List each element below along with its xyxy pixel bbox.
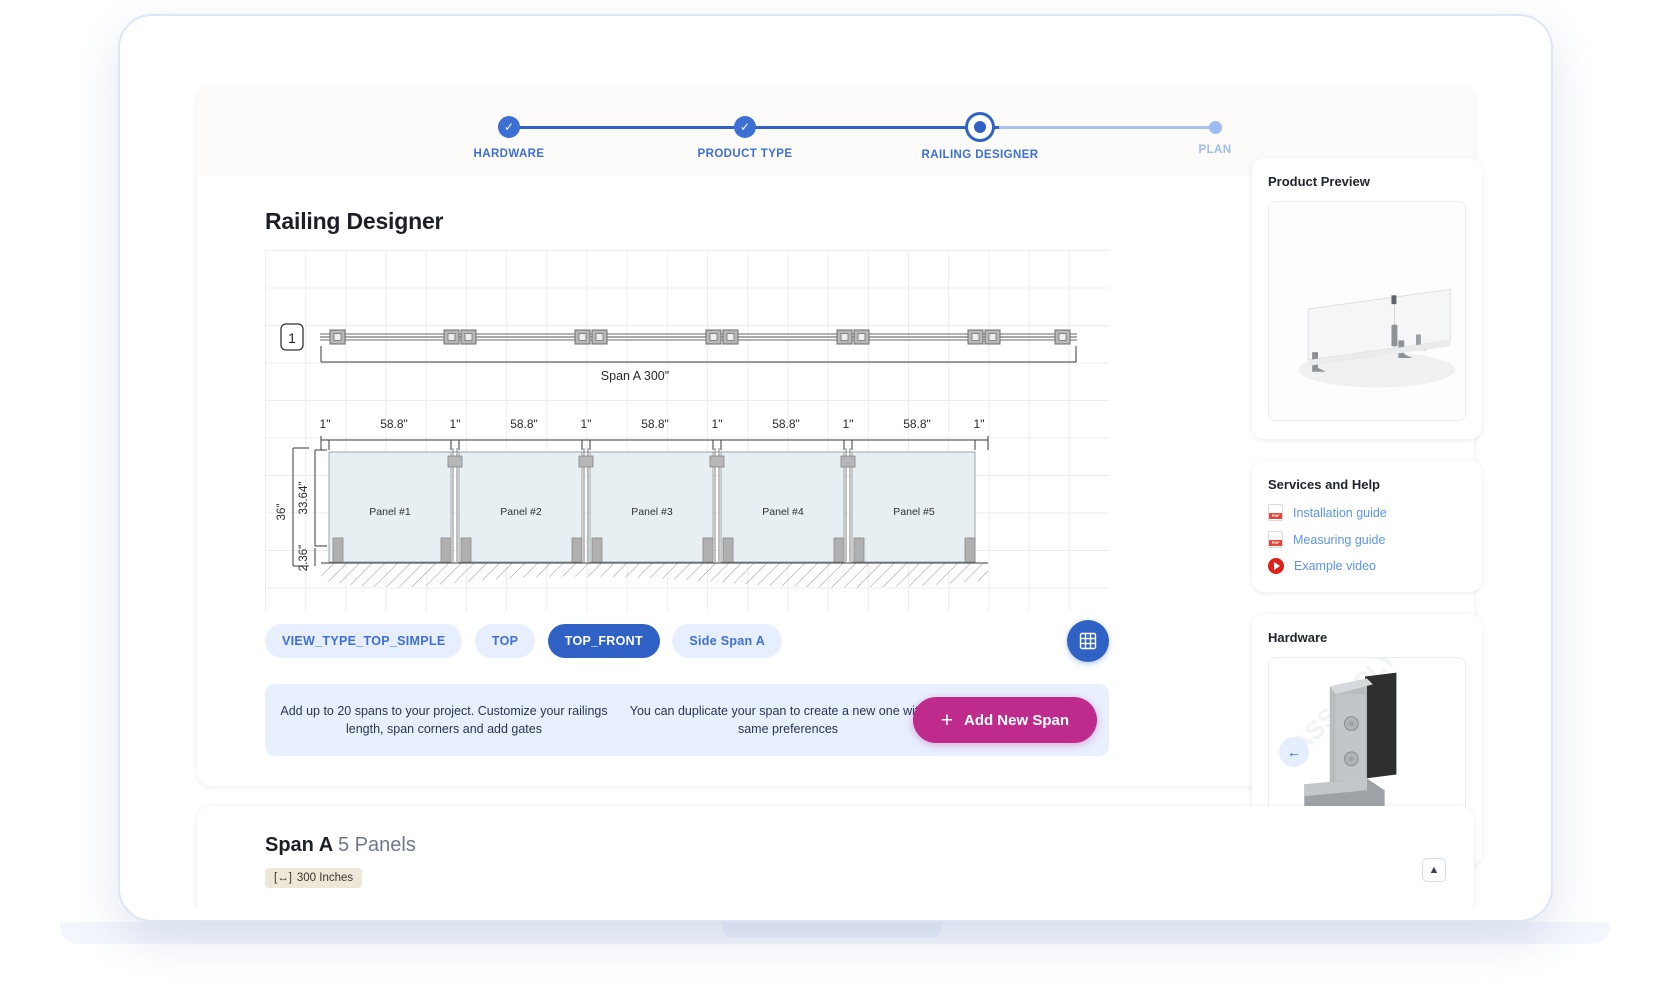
add-new-span-label: Add New Span <box>964 712 1069 729</box>
youtube-icon <box>1268 558 1284 574</box>
svg-text:58.8": 58.8" <box>772 417 800 431</box>
svg-text:Panel #3: Panel #3 <box>631 506 673 518</box>
view-chip-top[interactable]: TOP <box>475 624 535 658</box>
svg-text:1": 1" <box>712 417 723 431</box>
plus-icon: + <box>941 710 953 731</box>
screenshot-stage: ✓ HARDWARE ✓ PRODUCT TYPE RAILING DESIGN… <box>0 0 1669 1001</box>
app-window: ✓ HARDWARE ✓ PRODUCT TYPE RAILING DESIGN… <box>132 28 1539 908</box>
step-hardware-dot: ✓ <box>498 116 520 138</box>
page-title: Railing Designer <box>265 208 443 235</box>
product-preview-title: Product Preview <box>1268 174 1466 189</box>
step-railing-designer-dot <box>968 115 992 139</box>
railing-drawing-canvas[interactable]: 1 <box>265 250 1109 612</box>
view-type-toolbar: VIEW_TYPE_TOP_SIMPLE TOP TOP_FRONT Side … <box>265 624 1109 672</box>
product-preview-image[interactable] <box>1268 201 1466 421</box>
laptop-screen: ✓ HARDWARE ✓ PRODUCT TYPE RAILING DESIGN… <box>132 28 1539 908</box>
step-product-type[interactable]: ✓ PRODUCT TYPE <box>665 108 825 160</box>
svg-text:58.8": 58.8" <box>641 417 669 431</box>
banner-text-left: Add up to 20 spans to your project. Cust… <box>279 702 609 738</box>
step-railing-designer[interactable]: RAILING DESIGNER <box>900 108 1060 161</box>
laptop-notch <box>722 922 942 938</box>
example-video-label: Example video <box>1294 559 1376 573</box>
height-dimension-glass <box>315 450 327 566</box>
help-link-measuring-guide[interactable]: Measuring guide <box>1268 531 1466 548</box>
svg-text:1": 1" <box>320 417 331 431</box>
dimension-labels: 1" 58.8" 1" 58.8" 1" 58.8" 1" 58.8" 1" 5… <box>320 417 985 431</box>
help-link-installation-guide[interactable]: Installation guide <box>1268 504 1466 521</box>
span-a-length-badge: [↔] 300 Inches <box>265 868 362 888</box>
step-plan-dot <box>1209 121 1222 134</box>
step-plan[interactable]: PLAN <box>1135 108 1295 156</box>
corner-1-label: 1 <box>288 330 296 346</box>
step-hardware[interactable]: ✓ HARDWARE <box>429 108 589 160</box>
banner-text-right: You can duplicate your span to create a … <box>623 702 953 738</box>
product-preview-panel: Product Preview <box>1252 158 1482 439</box>
step-product-type-label: PRODUCT TYPE <box>665 148 825 160</box>
step-product-type-dot: ✓ <box>734 116 756 138</box>
svg-text:1": 1" <box>974 417 985 431</box>
check-icon: ✓ <box>740 121 750 133</box>
glass-railing-illustration <box>1269 202 1465 420</box>
svg-text:1": 1" <box>450 417 461 431</box>
span-a-title: Span A 5 Panels <box>265 834 416 857</box>
railing-drawing: 1 <box>265 250 1109 612</box>
grid-toggle-button[interactable] <box>1067 620 1109 662</box>
help-link-example-video[interactable]: Example video <box>1268 558 1466 574</box>
arrow-left-icon: ← <box>1287 744 1301 760</box>
step-railing-designer-label: RAILING DESIGNER <box>900 149 1060 161</box>
hardware-title: Hardware <box>1268 630 1466 645</box>
svg-text:58.8": 58.8" <box>380 417 408 431</box>
svg-text:1": 1" <box>843 417 854 431</box>
span-a-collapse-button[interactable]: ▲ <box>1422 858 1446 882</box>
svg-text:Panel #1: Panel #1 <box>369 506 411 518</box>
height-36-label: 36" <box>276 504 288 521</box>
grid-icon <box>1078 631 1098 651</box>
add-new-span-button[interactable]: + Add New Span <box>913 697 1097 743</box>
view-chip-top-front[interactable]: TOP_FRONT <box>548 624 660 658</box>
svg-text:58.8": 58.8" <box>510 417 538 431</box>
span-a-panel-count: 5 Panels <box>338 834 416 856</box>
services-and-help-panel: Services and Help Installation guide Mea… <box>1252 461 1482 592</box>
view-chip-top-simple[interactable]: VIEW_TYPE_TOP_SIMPLE <box>265 624 462 658</box>
pdf-icon <box>1268 531 1283 548</box>
svg-text:Panel #5: Panel #5 <box>893 506 935 518</box>
installation-guide-label: Installation guide <box>1293 506 1387 520</box>
step-plan-label: PLAN <box>1135 144 1295 156</box>
step-hardware-label: HARDWARE <box>429 148 589 160</box>
height-gap-label: 2.36" <box>298 545 310 571</box>
front-view: 1" 58.8" 1" 58.8" 1" 58.8" 1" 58.8" 1" 5… <box>276 417 988 588</box>
services-help-title: Services and Help <box>1268 477 1466 492</box>
span-a-name: Span A <box>265 834 332 856</box>
chevron-up-icon: ▲ <box>1429 864 1440 876</box>
designer-body: Railing Designer 1 <box>197 176 1152 786</box>
right-sidebar: Product Preview <box>1252 158 1482 887</box>
check-icon: ✓ <box>504 121 514 133</box>
measuring-guide-label: Measuring guide <box>1293 533 1385 547</box>
spans-info-banner: Add up to 20 spans to your project. Cust… <box>265 684 1109 756</box>
svg-text:Panel #2: Panel #2 <box>500 506 542 518</box>
svg-text:Panel #4: Panel #4 <box>762 506 804 518</box>
ground-hatch <box>321 563 988 588</box>
view-chip-side-span-a[interactable]: Side Span A <box>672 624 782 658</box>
svg-text:58.8": 58.8" <box>903 417 931 431</box>
span-a-card: Span A 5 Panels [↔] 300 Inches ▲ <box>197 806 1474 908</box>
width-arrow-icon: [↔] <box>274 872 292 884</box>
top-view: 1 <box>281 324 1109 383</box>
pdf-icon <box>1268 504 1283 521</box>
svg-text:1": 1" <box>581 417 592 431</box>
span-a-length-text: 300 Inches <box>297 872 353 884</box>
span-length-label: Span A 300" <box>601 369 669 383</box>
height-glass-label: 33.64" <box>298 482 310 515</box>
hardware-prev-button[interactable]: ← <box>1279 737 1309 767</box>
